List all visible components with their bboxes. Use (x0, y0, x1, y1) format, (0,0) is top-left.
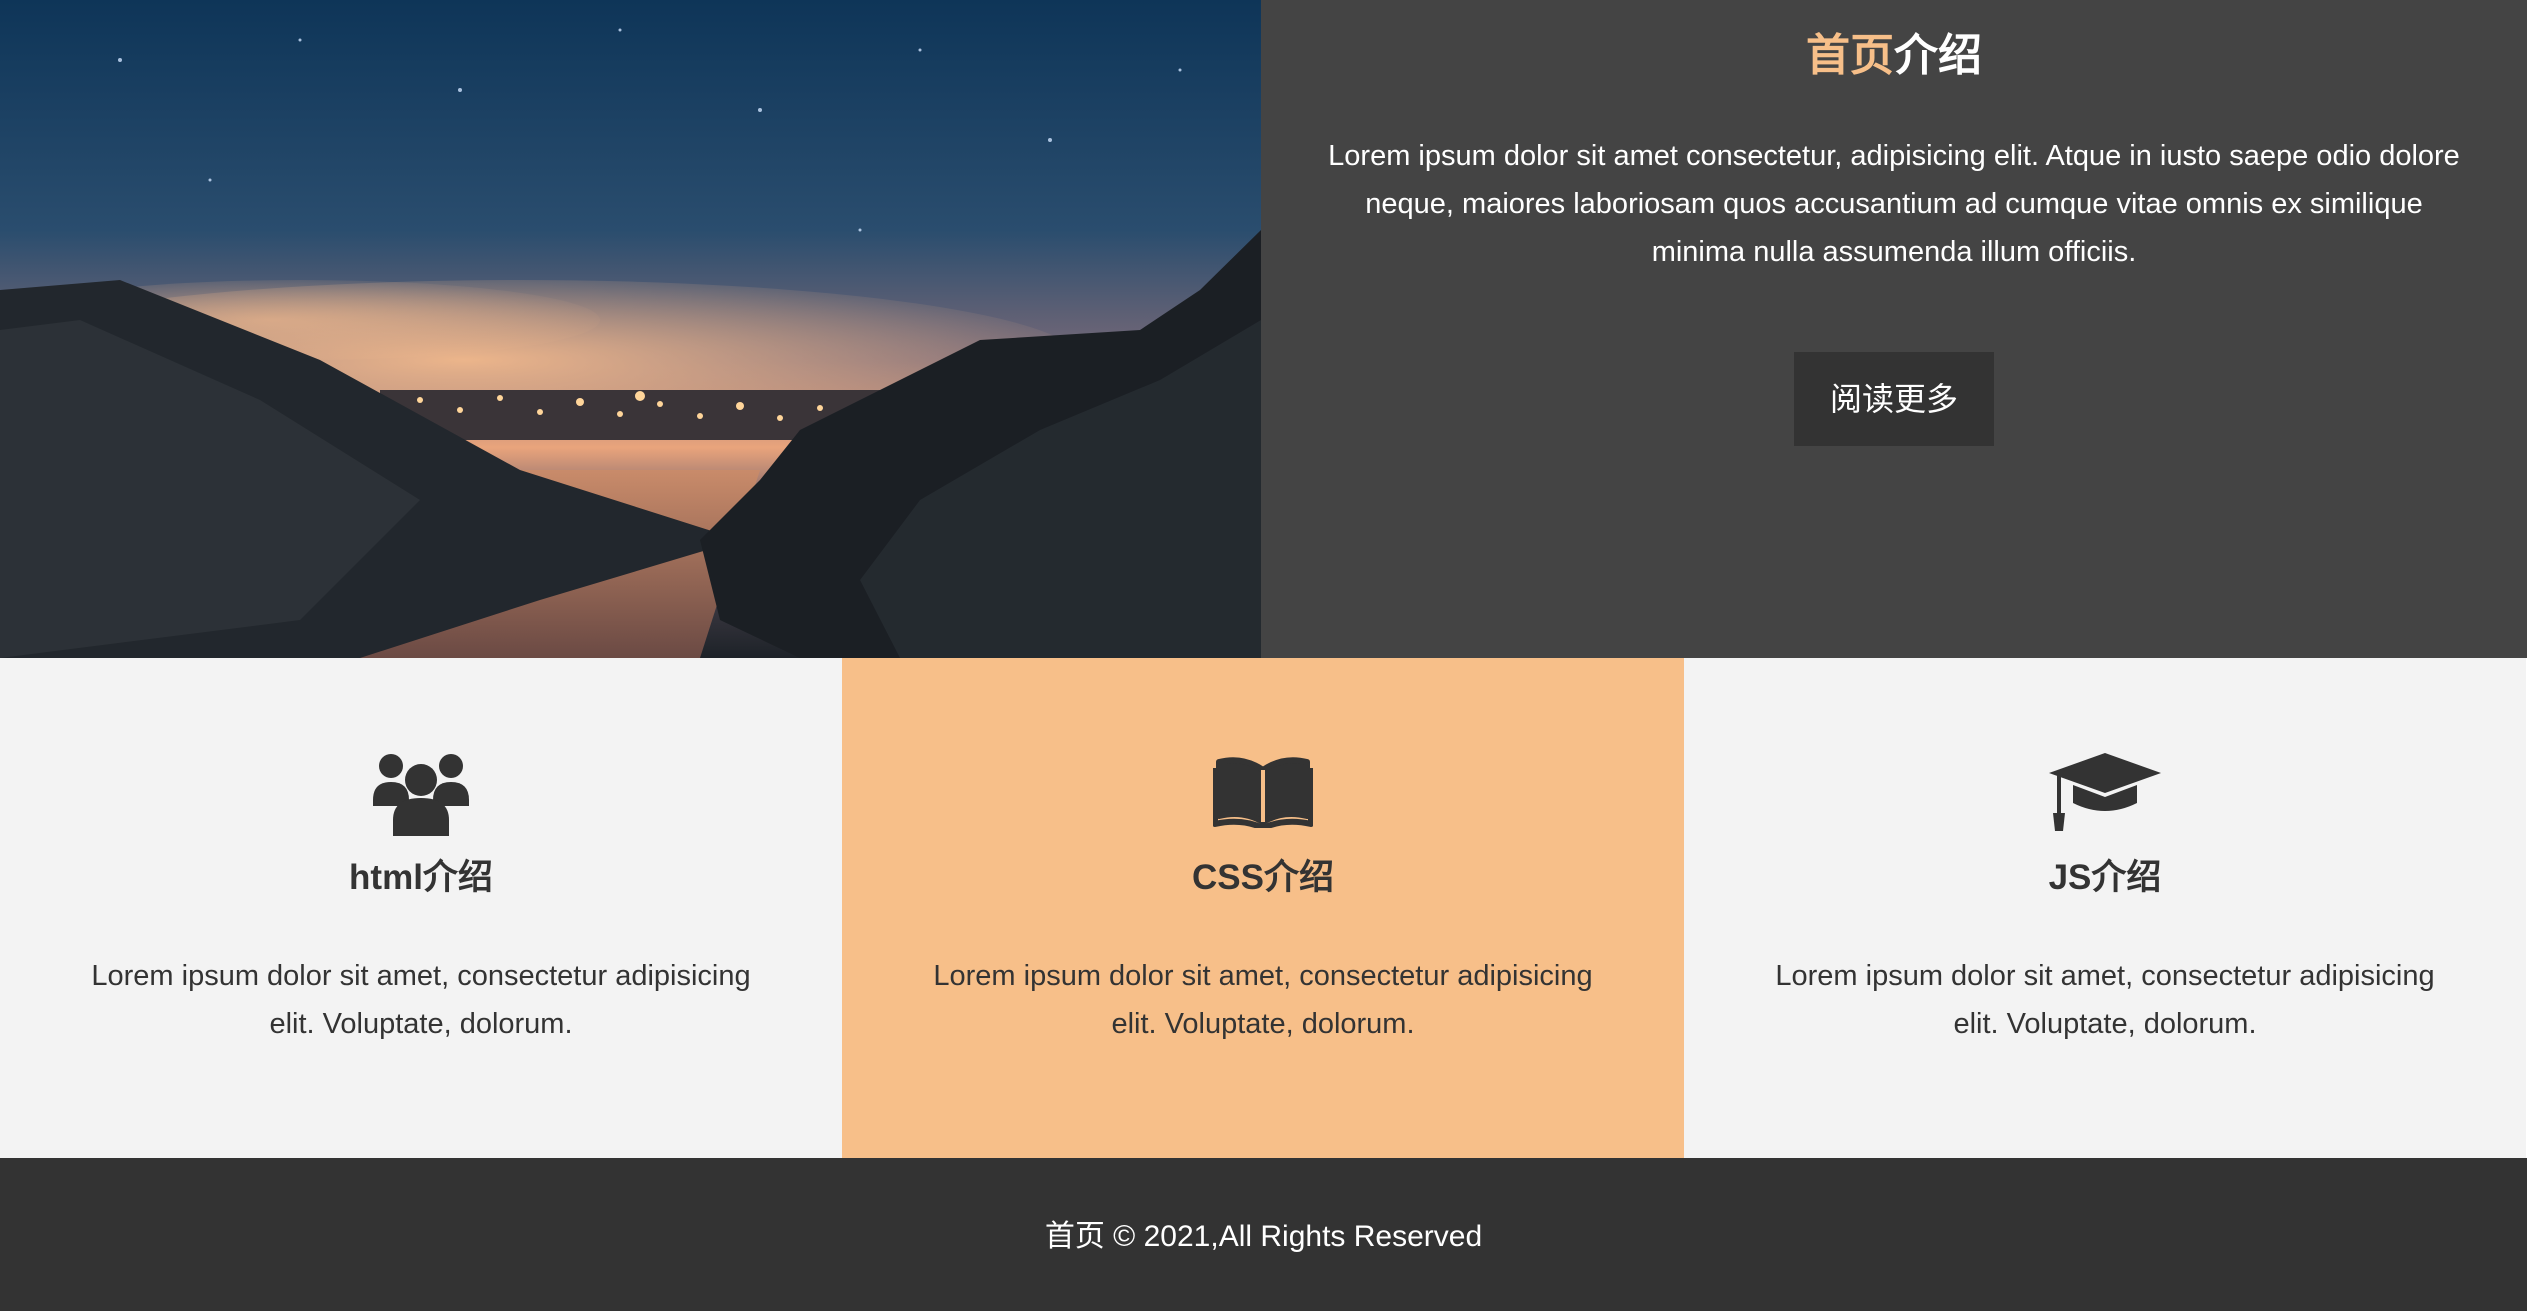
graduation-cap-icon (1754, 746, 2456, 838)
hero-text-panel: 首页介绍 Lorem ipsum dolor sit amet consecte… (1261, 0, 2527, 658)
hero-title-accent: 首页 (1806, 31, 1894, 80)
feature-description: Lorem ipsum dolor sit amet, consectetur … (1775, 960, 2435, 1040)
feature-html: html介绍 Lorem ipsum dolor sit amet, conse… (0, 658, 842, 1158)
hero-photo (0, 0, 1261, 658)
read-more-button[interactable]: 阅读更多 (1794, 352, 1994, 446)
hero-title: 首页介绍 (1317, 30, 2471, 82)
hero-description: Lorem ipsum dolor sit amet consectetur, … (1328, 140, 2460, 268)
footer-bottom-edge (0, 1311, 2527, 1315)
book-icon (912, 746, 1614, 838)
feature-description: Lorem ipsum dolor sit amet, consectetur … (91, 960, 751, 1040)
features-section: html介绍 Lorem ipsum dolor sit amet, conse… (0, 658, 2527, 1158)
feature-description: Lorem ipsum dolor sit amet, consectetur … (933, 960, 1593, 1040)
users-icon (70, 746, 772, 838)
feature-title: JS介绍 (2048, 858, 2162, 897)
footer: 首页 © 2021,All Rights Reserved (0, 1158, 2527, 1315)
feature-css: CSS介绍 Lorem ipsum dolor sit amet, consec… (842, 658, 1684, 1158)
hero-title-rest: 介绍 (1894, 31, 1982, 80)
page: 首页介绍 Lorem ipsum dolor sit amet consecte… (0, 0, 2527, 1315)
feature-title: html介绍 (349, 858, 493, 897)
footer-copyright: 首页 © 2021,All Rights Reserved (1044, 1220, 1483, 1253)
hero-section: 首页介绍 Lorem ipsum dolor sit amet consecte… (0, 0, 2527, 658)
feature-js: JS介绍 Lorem ipsum dolor sit amet, consect… (1684, 658, 2526, 1158)
feature-title: CSS介绍 (1192, 858, 1334, 897)
